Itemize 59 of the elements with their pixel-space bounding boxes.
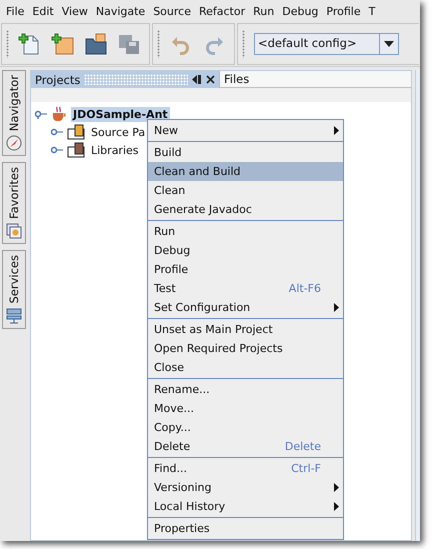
menu-item[interactable]: Copy... <box>148 418 343 437</box>
open-folder-icon[interactable] <box>84 32 108 56</box>
submenu-arrow-icon <box>334 303 339 312</box>
menu-item[interactable]: View <box>58 4 92 18</box>
submenu-arrow-icon <box>334 126 339 135</box>
menu-item[interactable]: Set Configuration <box>148 298 343 317</box>
side-tab[interactable]: Services <box>2 250 26 329</box>
panel-tab[interactable]: Files <box>219 71 411 88</box>
side-tab[interactable]: Favorites <box>2 162 26 244</box>
menu-item[interactable]: Debug <box>148 241 343 260</box>
tree-item[interactable]: JDOSample-Ant <box>71 106 170 122</box>
books-folder-icon <box>67 142 85 158</box>
menu-item[interactable]: Profile <box>148 260 343 279</box>
menu-item[interactable]: Rename... <box>148 380 343 399</box>
menu-item[interactable]: Local History <box>148 497 343 516</box>
caret-icon <box>384 41 394 47</box>
menu-item[interactable]: New <box>148 121 343 140</box>
menu-item[interactable]: Delete Delete <box>148 437 343 456</box>
windows-icon <box>6 223 22 240</box>
menu-item[interactable]: T <box>364 4 380 18</box>
menu-item[interactable]: Run <box>148 222 343 241</box>
menu-item[interactable]: Generate Javadoc <box>148 200 343 219</box>
submenu-arrow-icon <box>334 483 339 492</box>
package-folder-icon <box>67 124 85 140</box>
menu-item[interactable]: File <box>2 4 28 18</box>
new-folder-icon[interactable] <box>51 32 75 56</box>
menu-item[interactable]: Close <box>148 358 343 377</box>
menu-item[interactable]: Run <box>249 4 278 18</box>
tree-item[interactable]: Libraries <box>89 142 141 158</box>
side-tab[interactable]: Navigator <box>2 70 26 156</box>
menu-item[interactable]: Source <box>149 4 195 18</box>
menu-item[interactable]: Profile <box>322 4 365 18</box>
server-icon <box>6 308 22 324</box>
close-icon[interactable] <box>206 75 215 84</box>
menu-item[interactable]: Properties <box>148 519 343 538</box>
menu-item[interactable]: Clean and Build <box>148 162 343 181</box>
menu-item[interactable]: Debug <box>278 4 322 18</box>
menu-item[interactable]: Find... Ctrl-F <box>148 459 343 478</box>
expanded-handle-icon[interactable] <box>35 109 47 119</box>
compass-icon <box>6 135 22 152</box>
submenu-arrow-icon <box>334 502 339 511</box>
menu-item[interactable]: Unset as Main Project <box>148 320 343 339</box>
panel-tab[interactable]: Projects <box>31 71 219 88</box>
collapsed-handle-icon[interactable] <box>51 127 63 137</box>
menu-item[interactable]: Navigate <box>92 4 150 18</box>
menu-item[interactable]: Test Alt-F6 <box>148 279 343 298</box>
coffee-cup-icon <box>51 106 67 122</box>
menu-item[interactable]: Versioning <box>148 478 343 497</box>
menu-item[interactable]: Refactor <box>194 4 250 18</box>
menu-item[interactable]: Open Required Projects <box>148 339 343 358</box>
menu-item[interactable]: Clean <box>148 181 343 200</box>
save-all-icon[interactable] <box>117 32 141 56</box>
config-dropdown[interactable]: <default config> <box>254 33 399 55</box>
tree-item[interactable]: Source Pa <box>89 124 148 140</box>
menu-item[interactable]: Build <box>148 143 343 162</box>
menu-item[interactable]: Edit <box>28 4 58 18</box>
minimize-icon[interactable] <box>192 75 202 84</box>
collapsed-handle-icon[interactable] <box>51 145 63 155</box>
menu-item[interactable]: Move... <box>148 399 343 418</box>
